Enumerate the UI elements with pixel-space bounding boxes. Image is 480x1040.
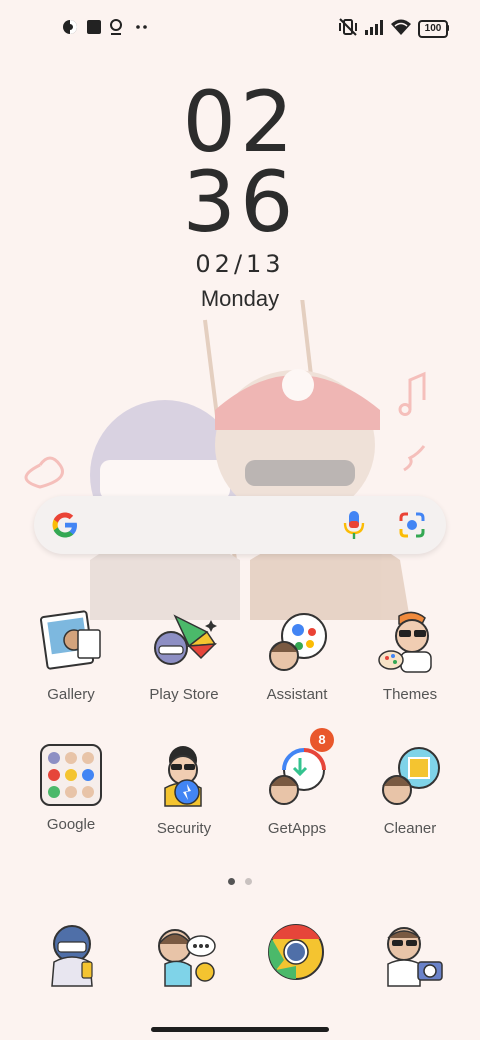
phone-character-icon: [51, 925, 93, 987]
battery-icon: 100: [418, 20, 448, 38]
app-assistant[interactable]: Assistant: [241, 610, 353, 703]
google-folder-icon: [40, 744, 102, 806]
gallery-icon: [38, 610, 104, 676]
app-label: Play Store: [149, 686, 219, 703]
app-cleaner[interactable]: Cleaner: [354, 744, 466, 837]
app-label: Cleaner: [383, 820, 437, 837]
messages-character-icon: [158, 929, 216, 987]
app-label: Security: [156, 820, 212, 837]
app-label: GetApps: [267, 820, 327, 837]
clock-weekday: Monday: [200, 286, 280, 311]
square-app-icon: [87, 20, 101, 34]
chrome-icon: [268, 924, 324, 980]
app-themes[interactable]: Themes: [354, 610, 466, 703]
battery-tip: [446, 25, 449, 31]
notification-badge: 8: [310, 728, 334, 752]
microphone-icon[interactable]: [342, 509, 366, 541]
google-search-bar[interactable]: [34, 496, 446, 554]
clock-minutes[interactable]: 36: [0, 160, 480, 244]
page-dot-active[interactable]: [228, 878, 235, 885]
dock-phone-app[interactable]: [38, 922, 104, 988]
security-icon: [151, 744, 217, 810]
more-dots-icon: [136, 25, 147, 29]
notification-app-icon: [63, 20, 77, 34]
page-indicator[interactable]: [0, 872, 480, 890]
app-label: Assistant: [266, 686, 328, 703]
clock-hours[interactable]: 02: [0, 80, 480, 164]
assistant-icon: [264, 610, 330, 676]
app-getapps[interactable]: 8 GetApps: [241, 728, 353, 837]
app-label: Gallery: [47, 686, 95, 703]
battery-level: 100: [424, 23, 442, 34]
play-store-icon: [151, 610, 217, 676]
dock-messages-app[interactable]: [151, 922, 217, 988]
dock-chrome-app[interactable]: [266, 922, 332, 988]
app-gallery[interactable]: Gallery: [15, 610, 127, 703]
app-play-store[interactable]: Play Store: [128, 610, 240, 703]
vibrate-off-icon: [339, 18, 357, 36]
location-pin-icon: [110, 19, 122, 35]
lens-camera-icon[interactable]: [398, 511, 426, 539]
themes-icon: [377, 610, 443, 676]
wifi-icon: [391, 19, 411, 35]
camera-character-icon: [387, 927, 443, 987]
dock-camera-app[interactable]: [378, 922, 444, 988]
app-security[interactable]: Security: [128, 744, 240, 837]
cleaner-icon: [377, 744, 443, 810]
gesture-navigation-bar[interactable]: [151, 1027, 329, 1032]
signal-icon: [365, 20, 383, 35]
app-label: Themes: [382, 686, 438, 703]
page-dot[interactable]: [245, 878, 252, 885]
app-google-folder[interactable]: Google: [15, 744, 127, 833]
getapps-icon: 8: [264, 728, 334, 810]
status-bar: 100: [0, 0, 480, 54]
clock-date: 02/13: [195, 250, 285, 278]
app-label: Google: [46, 816, 96, 833]
google-g-icon: [52, 512, 77, 538]
